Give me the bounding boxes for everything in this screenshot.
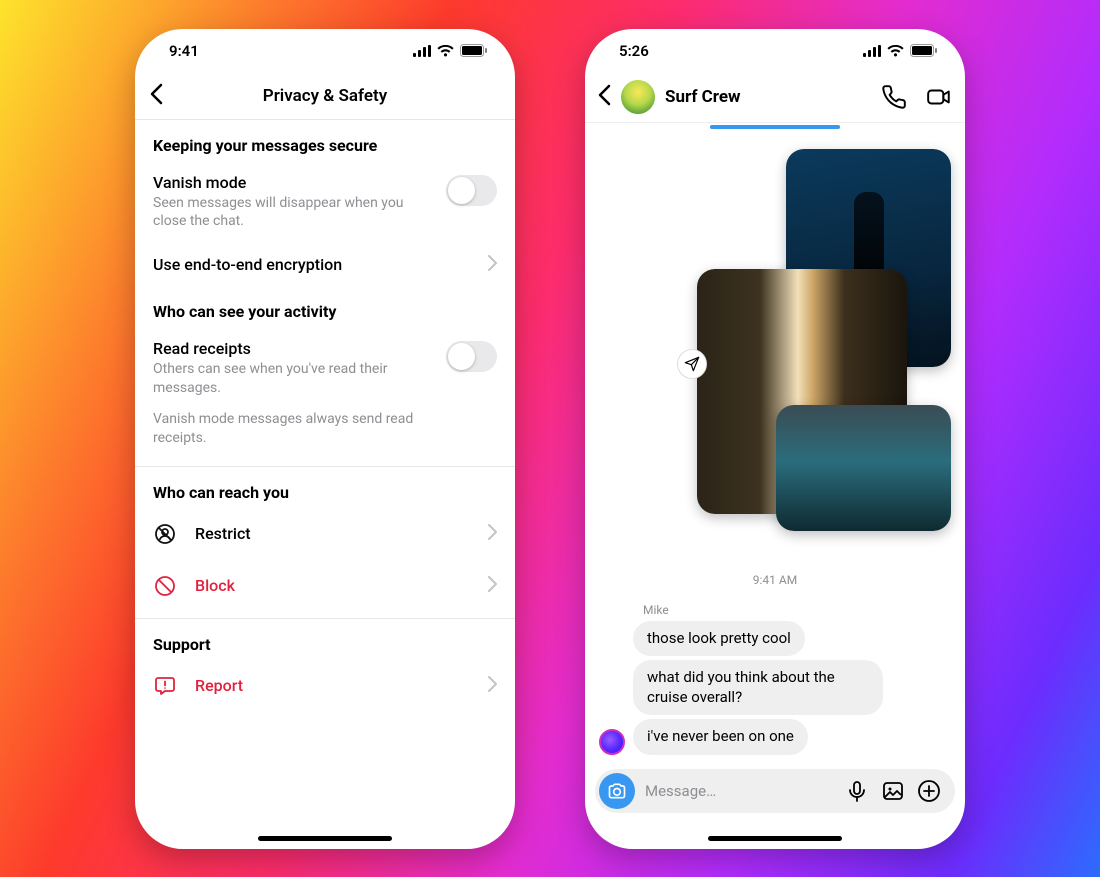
menu-label: Block (195, 576, 235, 595)
chevron-right-icon (488, 676, 497, 696)
battery-icon (460, 44, 487, 57)
video-call-button[interactable] (925, 84, 953, 110)
camera-button[interactable] (599, 773, 635, 809)
gallery-button[interactable] (881, 779, 905, 803)
chat-header: Surf Crew (585, 73, 965, 123)
menu-restrict[interactable]: Restrict (135, 508, 515, 560)
menu-label: Restrict (195, 524, 251, 543)
chat-title[interactable]: Surf Crew (665, 87, 871, 107)
header-actions (881, 84, 953, 110)
home-indicator (258, 836, 392, 841)
menu-label: Report (195, 676, 243, 695)
message-row: what did you think about the cruise over… (599, 660, 951, 715)
cellular-icon (863, 45, 881, 57)
section-header-activity: Who can see your activity (135, 286, 515, 327)
share-button[interactable] (677, 349, 707, 379)
chevron-left-icon (149, 83, 163, 105)
paper-plane-icon (684, 356, 700, 372)
shared-photo-stack[interactable] (585, 129, 965, 539)
chevron-right-icon (488, 524, 497, 544)
status-icons (863, 44, 937, 57)
cellular-icon (413, 45, 431, 57)
composer-actions (845, 779, 947, 803)
sender-name: Mike (643, 603, 951, 617)
vanish-mode-toggle[interactable] (446, 175, 497, 206)
status-time: 9:41 (169, 42, 199, 60)
add-button[interactable] (917, 779, 941, 803)
wifi-icon (437, 45, 454, 57)
menu-report[interactable]: Report (135, 660, 515, 712)
section-header-reach: Who can reach you (135, 467, 515, 508)
message-input[interactable]: Message… (645, 782, 835, 800)
message-bubble[interactable]: those look pretty cool (633, 621, 805, 657)
mic-button[interactable] (845, 779, 869, 803)
message-bubble[interactable]: what did you think about the cruise over… (633, 660, 883, 715)
row-title: Use end-to-end encryption (153, 255, 497, 274)
section-header-secure: Keeping your messages secure (135, 120, 515, 161)
status-time: 5:26 (619, 42, 649, 60)
page-title: Privacy & Safety (135, 86, 515, 106)
row-vanish-mode: Vanish mode Seen messages will disappear… (135, 161, 515, 244)
chevron-right-icon (488, 255, 497, 275)
restrict-icon (153, 522, 179, 546)
message-row: those look pretty cool (599, 621, 951, 657)
chat-body: 9:41 AM Mike those look pretty cool what… (585, 129, 965, 849)
message-composer: Message… (595, 769, 955, 813)
phone-privacy: 9:41 Privacy & Safety Keeping your messa… (135, 29, 515, 849)
home-indicator (708, 836, 842, 841)
back-button[interactable] (149, 83, 163, 109)
message-row: i've never been on one (599, 719, 951, 755)
battery-icon (910, 44, 937, 57)
back-button[interactable] (597, 84, 611, 110)
row-read-receipts: Read receipts Others can see when you've… (135, 327, 515, 460)
chevron-right-icon (488, 576, 497, 596)
nav-bar: Privacy & Safety (135, 73, 515, 120)
read-receipts-toggle[interactable] (446, 341, 497, 372)
menu-block[interactable]: Block (135, 560, 515, 612)
settings-content: Keeping your messages secure Vanish mode… (135, 120, 515, 849)
phone-chat: 5:26 Surf Crew 9:41 AM Mike (585, 29, 965, 849)
row-desc: Seen messages will disappear when you cl… (153, 194, 497, 232)
status-bar: 9:41 (135, 29, 515, 73)
message-bubble[interactable]: i've never been on one (633, 719, 808, 755)
chevron-left-icon (597, 84, 611, 106)
camera-icon (607, 781, 627, 801)
sender-avatar[interactable] (599, 729, 625, 755)
row-desc: Others can see when you've read their me… (153, 360, 497, 398)
row-e2ee[interactable]: Use end-to-end encryption (135, 243, 515, 286)
group-avatar[interactable] (621, 80, 655, 114)
status-bar: 5:26 (585, 29, 965, 73)
status-icons (413, 44, 487, 57)
wifi-icon (887, 45, 904, 57)
report-icon (153, 674, 179, 698)
timestamp: 9:41 AM (585, 573, 965, 587)
audio-call-button[interactable] (881, 84, 907, 110)
block-icon (153, 574, 179, 598)
photo-thumbnail[interactable] (776, 405, 951, 531)
section-header-support: Support (135, 619, 515, 660)
row-extra: Vanish mode messages always send read re… (153, 410, 497, 448)
message-area: Mike those look pretty cool what did you… (585, 603, 965, 759)
